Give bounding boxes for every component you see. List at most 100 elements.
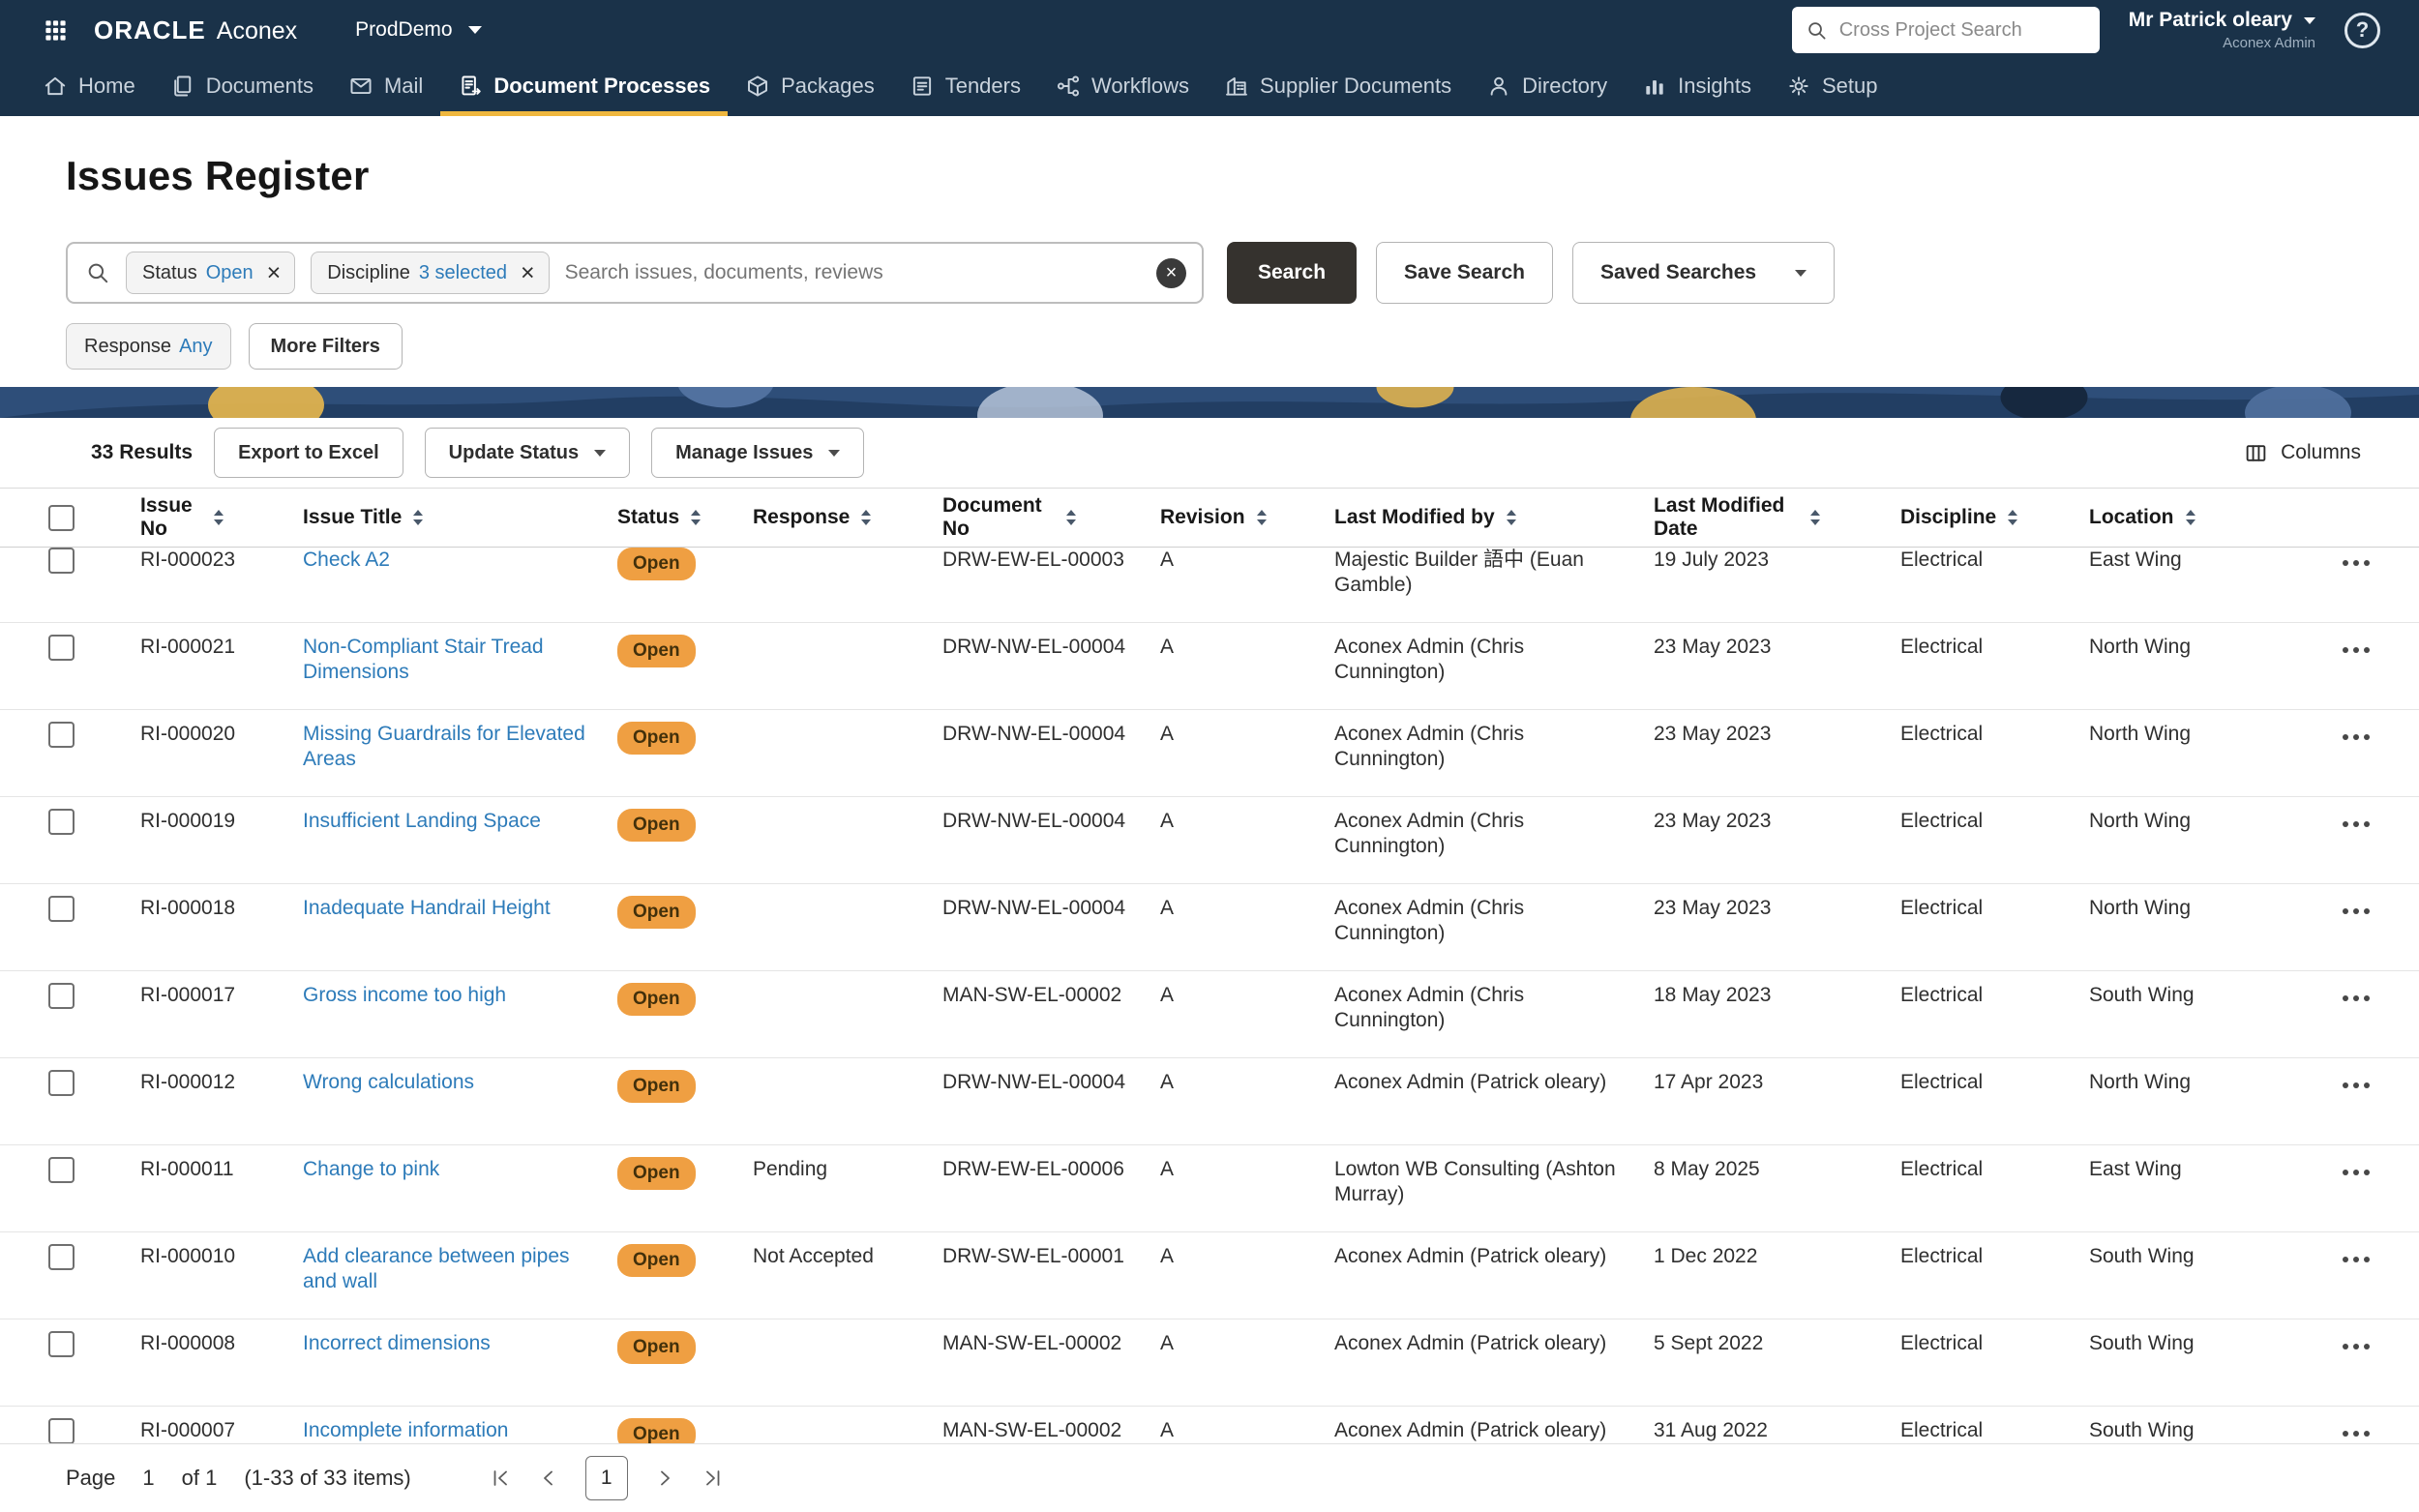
nav-item-document-processes[interactable]: Document Processes bbox=[440, 60, 729, 116]
sort-icon[interactable] bbox=[1256, 510, 1267, 525]
columns-button[interactable]: Columns bbox=[2244, 441, 2361, 465]
cross-project-search-input[interactable] bbox=[1838, 18, 2096, 42]
sort-icon[interactable] bbox=[861, 510, 872, 525]
discipline-cell: Electrical bbox=[1900, 723, 1984, 745]
issue-no-cell: RI-000020 bbox=[140, 723, 236, 745]
issue-title-link[interactable]: Non-Compliant Stair Tread Dimensions bbox=[303, 636, 544, 683]
last-modified-by-cell: Aconex Admin (Patrick oleary) bbox=[1334, 1332, 1607, 1354]
cross-project-search bbox=[1791, 7, 2100, 53]
nav-item-home[interactable]: Home bbox=[25, 60, 153, 116]
nav-item-tenders[interactable]: Tenders bbox=[892, 60, 1038, 116]
help-icon[interactable]: ? bbox=[2344, 12, 2380, 48]
row-checkbox[interactable] bbox=[48, 896, 75, 922]
saved-searches-dropdown[interactable]: Saved Searches bbox=[1571, 242, 1836, 304]
issue-title-link[interactable]: Incomplete information bbox=[303, 1419, 508, 1441]
last-modified-by-cell: Majestic Builder 語中 (Euan Gamble) bbox=[1334, 548, 1584, 596]
location-cell: North Wing bbox=[2089, 810, 2192, 832]
sort-icon[interactable] bbox=[2008, 510, 2018, 525]
discipline-cell: Electrical bbox=[1900, 548, 1984, 571]
app-launcher-icon[interactable] bbox=[43, 17, 69, 44]
issue-title-link[interactable]: Insufficient Landing Space bbox=[303, 810, 541, 832]
first-page-button[interactable] bbox=[489, 1467, 512, 1490]
nav-item-insights[interactable]: Insights bbox=[1625, 60, 1769, 116]
row-checkbox[interactable] bbox=[48, 722, 75, 748]
document-no-cell: MAN-SW-EL-00002 bbox=[942, 1332, 1122, 1354]
discipline-cell: Electrical bbox=[1900, 810, 1984, 832]
filter-chip-discipline[interactable]: Discipline 3 selected × bbox=[311, 252, 550, 294]
nav-item-mail[interactable]: Mail bbox=[331, 60, 440, 116]
status-badge: Open bbox=[617, 1331, 696, 1364]
sort-icon[interactable] bbox=[413, 510, 424, 525]
nav-item-setup[interactable]: Setup bbox=[1769, 60, 1896, 116]
nav-item-directory[interactable]: Directory bbox=[1469, 60, 1625, 116]
row-checkbox[interactable] bbox=[48, 1070, 75, 1096]
issue-title-link[interactable]: Check A2 bbox=[303, 548, 390, 571]
row-actions-button[interactable] bbox=[2337, 986, 2375, 1011]
export-to-excel-button[interactable]: Export to Excel bbox=[214, 428, 403, 478]
row-checkbox[interactable] bbox=[48, 983, 75, 1009]
issue-title-link[interactable]: Inadequate Handrail Height bbox=[303, 897, 551, 919]
current-page-indicator[interactable]: 1 bbox=[584, 1456, 628, 1500]
issue-title-link[interactable]: Change to pink bbox=[303, 1158, 439, 1180]
row-actions-button[interactable] bbox=[2337, 812, 2375, 837]
sort-icon[interactable] bbox=[691, 510, 702, 525]
filter-chip-status[interactable]: Status Open × bbox=[126, 252, 296, 294]
filter-chip-response[interactable]: Response Any bbox=[66, 323, 231, 370]
row-checkbox[interactable] bbox=[48, 1244, 75, 1270]
document-no-cell: MAN-SW-EL-00002 bbox=[942, 984, 1122, 1006]
row-actions-button[interactable] bbox=[2337, 1160, 2375, 1185]
sort-icon[interactable] bbox=[2185, 510, 2195, 525]
row-actions-button[interactable] bbox=[2337, 725, 2375, 750]
update-status-dropdown[interactable]: Update Status bbox=[424, 428, 631, 478]
select-all-checkbox[interactable] bbox=[48, 504, 75, 531]
sort-icon[interactable] bbox=[1506, 510, 1516, 525]
sort-icon[interactable] bbox=[1066, 510, 1076, 525]
issues-table: Issue No Issue Title Status Response Doc… bbox=[0, 488, 2419, 1494]
remove-filter-icon[interactable]: × bbox=[254, 260, 295, 285]
clear-search-icon[interactable]: × bbox=[1156, 257, 1186, 288]
row-actions-button[interactable] bbox=[2337, 1334, 2375, 1359]
issue-title-link[interactable]: Wrong calculations bbox=[303, 1071, 474, 1093]
row-checkbox[interactable] bbox=[48, 1157, 75, 1183]
sort-icon[interactable] bbox=[214, 510, 224, 525]
search-button[interactable]: Search bbox=[1227, 242, 1358, 304]
nav-item-workflows[interactable]: Workflows bbox=[1038, 60, 1207, 116]
previous-page-button[interactable] bbox=[537, 1467, 560, 1490]
issue-title-link[interactable]: Gross income too high bbox=[303, 984, 506, 1006]
issue-title-link[interactable]: Add clearance between pipes and wall bbox=[303, 1245, 570, 1292]
sort-icon[interactable] bbox=[1810, 510, 1820, 525]
row-checkbox[interactable] bbox=[48, 809, 75, 835]
row-actions-button[interactable] bbox=[2337, 1247, 2375, 1272]
project-selector[interactable]: ProdDemo bbox=[355, 18, 482, 42]
row-actions-button[interactable] bbox=[2337, 899, 2375, 924]
nav-item-packages[interactable]: Packages bbox=[728, 60, 892, 116]
row-checkbox[interactable] bbox=[48, 1418, 75, 1444]
nav-item-documents[interactable]: Documents bbox=[153, 60, 331, 116]
manage-issues-dropdown[interactable]: Manage Issues bbox=[651, 428, 865, 478]
last-page-button[interactable] bbox=[702, 1467, 725, 1490]
next-page-button[interactable] bbox=[653, 1467, 676, 1490]
issue-title-link[interactable]: Incorrect dimensions bbox=[303, 1332, 491, 1354]
location-cell: South Wing bbox=[2089, 1245, 2195, 1267]
user-menu[interactable]: Mr Patrick oleary Aconex Admin bbox=[2129, 9, 2315, 51]
supplier-documents-icon bbox=[1224, 74, 1249, 99]
save-search-button[interactable]: Save Search bbox=[1376, 242, 1553, 304]
status-badge: Open bbox=[617, 809, 696, 842]
issue-no-cell: RI-000010 bbox=[140, 1245, 236, 1267]
mail-icon bbox=[348, 74, 373, 99]
remove-filter-icon[interactable]: × bbox=[507, 260, 549, 285]
row-checkbox[interactable] bbox=[48, 1331, 75, 1357]
page-number-input[interactable]: 1 bbox=[142, 1466, 154, 1491]
issue-title-link[interactable]: Missing Guardrails for Elevated Areas bbox=[303, 723, 585, 770]
search-input[interactable] bbox=[564, 261, 1141, 284]
issue-no-cell: RI-000019 bbox=[140, 810, 236, 832]
nav-item-supplier-documents[interactable]: Supplier Documents bbox=[1207, 60, 1469, 116]
actions-cell bbox=[2327, 809, 2419, 837]
more-filters-button[interactable]: More Filters bbox=[248, 323, 403, 370]
row-actions-button[interactable] bbox=[2337, 1073, 2375, 1098]
row-actions-button[interactable] bbox=[2337, 637, 2375, 663]
row-checkbox[interactable] bbox=[48, 635, 75, 661]
row-actions-button[interactable] bbox=[2337, 550, 2375, 576]
search-box: Status Open × Discipline 3 selected × × bbox=[66, 242, 1204, 304]
row-checkbox[interactable] bbox=[48, 548, 75, 574]
